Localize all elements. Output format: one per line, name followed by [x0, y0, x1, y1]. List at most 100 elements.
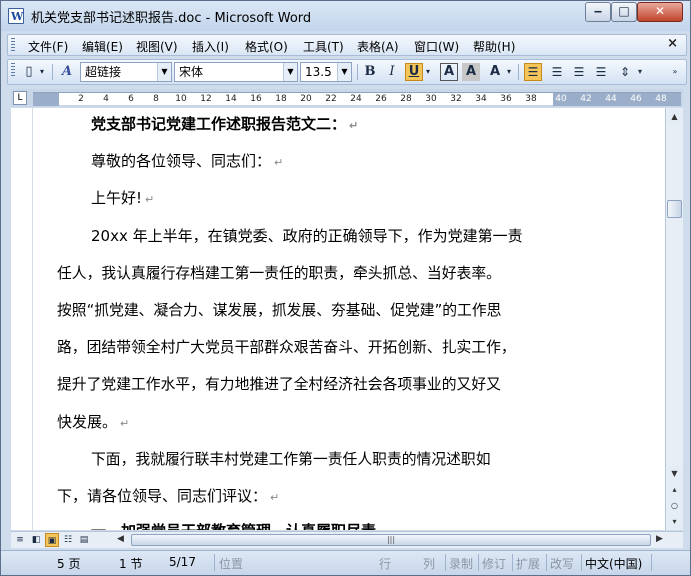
web-layout-icon[interactable]: ◧ — [29, 533, 43, 547]
menu-edit[interactable]: 编辑(E) — [80, 37, 125, 56]
menubar-grip[interactable] — [11, 38, 15, 52]
chevron-down-icon[interactable]: ▼ — [283, 63, 297, 81]
menu-insert[interactable]: 插入(I) — [190, 37, 231, 56]
menu-view[interactable]: 视图(V) — [134, 37, 180, 56]
italic-button[interactable]: I — [383, 63, 401, 81]
underline-dropdown-icon[interactable]: ▾ — [424, 63, 432, 81]
ruler-tick: 18 — [275, 94, 287, 104]
underline-button[interactable]: U — [405, 63, 423, 81]
status-language[interactable]: 中文(中国) — [585, 555, 642, 572]
chevron-down-icon[interactable]: ▼ — [337, 63, 351, 81]
highlight-dropdown-icon[interactable]: ▾ — [505, 63, 513, 81]
status-line: 行 — [379, 557, 392, 571]
doc-line[interactable]: 路，团结带领全村广大党员干部群众艰苦奋斗、开拓创新、扎实工作， — [57, 336, 516, 357]
line-spacing-icon[interactable]: ⇕ — [616, 63, 634, 81]
vertical-scroll-thumb[interactable] — [667, 200, 682, 218]
ruler-tick: 48 — [655, 94, 667, 104]
doc-paragraph[interactable]: 上午好! ↵ — [91, 187, 154, 208]
status-track-changes[interactable]: 修订 — [482, 555, 506, 572]
close-document-icon[interactable]: × — [667, 36, 678, 51]
word-doc-icon[interactable]: W — [8, 8, 24, 24]
align-center-icon[interactable]: ☰ — [548, 63, 566, 81]
status-separator — [445, 554, 446, 571]
status-extend[interactable]: 扩展 — [516, 555, 540, 572]
status-separator — [546, 554, 547, 571]
previous-page-icon[interactable]: ▴ — [667, 482, 682, 497]
status-separator — [214, 554, 215, 571]
menu-file[interactable]: 文件(F) — [26, 37, 70, 56]
next-page-icon[interactable]: ▾ — [667, 514, 682, 529]
style-combo[interactable]: 超链接 ▼ — [80, 62, 172, 82]
ruler-area: L 2 4 6 8 10 12 14 16 18 20 22 24 26 28 … — [11, 89, 683, 107]
paragraph-mark-icon: ↵ — [270, 491, 280, 504]
font-combo[interactable]: 宋体 ▼ — [174, 62, 298, 82]
doc-line[interactable]: 提升了党建工作水平，有力地推进了全村经济社会各项事业的又好又 — [57, 373, 501, 394]
doc-line[interactable]: 任人，我认真履行存档建工第一责任的职责，牵头抓总、当好表率。 — [57, 262, 501, 283]
toolbar-separator — [52, 64, 53, 80]
toolbar-grip[interactable] — [11, 63, 15, 77]
horizontal-ruler[interactable]: 2 4 6 8 10 12 14 16 18 20 22 24 26 28 30… — [33, 92, 681, 106]
doc-line[interactable]: 下面，我就履行联丰村党建工作第一责任人职责的情况述职如 — [91, 448, 491, 469]
menu-table[interactable]: 表格(A) — [355, 37, 401, 56]
window-title: 机关党支部书记述职报告.doc - Microsoft Word — [31, 11, 312, 26]
status-column: 列 — [423, 557, 436, 571]
line-spacing-dropdown-icon[interactable]: ▾ — [636, 63, 644, 81]
menu-window[interactable]: 窗口(W) — [412, 37, 461, 56]
select-browse-object-icon[interactable]: ○ — [667, 498, 682, 513]
vertical-scrollbar[interactable]: ▲ ▼ ▴ ○ ▾ — [665, 108, 683, 530]
ruler-tick: 34 — [475, 94, 487, 104]
doc-line[interactable]: 20xx 年上半年，在镇党委、政府的正确领导下，作为党建第一责 — [91, 225, 523, 246]
status-section: 1 节 — [119, 557, 143, 571]
status-page: 5 页 — [57, 557, 81, 571]
horizontal-scroll-thumb[interactable]: ||| — [131, 534, 651, 546]
print-layout-icon[interactable]: ▣ — [45, 533, 59, 547]
status-record[interactable]: 录制 — [449, 555, 473, 572]
toolbar-separator — [518, 64, 519, 80]
align-right-icon[interactable]: ☰ — [570, 63, 588, 81]
menu-tools[interactable]: 工具(T) — [301, 37, 346, 56]
ruler-tick: 30 — [425, 94, 437, 104]
doc-line[interactable]: 按照“抓党建、凝合力、谋发展，抓发展、夯基础、促党建”的工作思 — [57, 299, 501, 320]
tab-selector[interactable]: L — [13, 91, 27, 105]
align-left-icon[interactable]: ☰ — [524, 63, 542, 81]
status-overtype[interactable]: 改写 — [550, 555, 574, 572]
toolbar-options-icon[interactable]: ▾ — [38, 63, 46, 81]
title-bar: W 机关党支部书记述职报告.doc - Microsoft Word ‒ □ ✕ — [1, 1, 690, 31]
minimize-button[interactable]: ‒ — [585, 2, 611, 22]
font-size-combo[interactable]: 13.5 ▼ — [300, 62, 352, 82]
close-button[interactable]: ✕ — [637, 2, 683, 22]
reading-layout-icon[interactable]: ▤ — [77, 533, 91, 547]
paragraph-mark-icon: ↵ — [274, 156, 284, 169]
character-shading-button[interactable]: A — [462, 63, 480, 81]
paragraph-mark-icon: ↵ — [349, 119, 359, 132]
menu-format[interactable]: 格式(O) — [243, 37, 290, 56]
maximize-button[interactable]: □ — [611, 2, 637, 22]
paragraph-mark-icon: ↵ — [120, 417, 130, 430]
doc-paragraph[interactable]: 党支部书记党建工作述职报告范文二： ↵ — [91, 113, 358, 134]
menu-help[interactable]: 帮助(H) — [471, 37, 517, 56]
outline-view-icon[interactable]: ☷ — [61, 533, 75, 547]
scroll-up-icon[interactable]: ▲ — [667, 109, 682, 124]
status-page-of: 5/17 — [169, 555, 196, 569]
scroll-down-icon[interactable]: ▼ — [667, 466, 682, 481]
scroll-left-icon[interactable]: ◀ — [117, 534, 124, 544]
toolbar-overflow-icon[interactable]: » — [670, 63, 680, 81]
doc-heading-partial[interactable]: 一、加强党员干部教育管理，认真履职尽责 — [91, 520, 376, 530]
character-border-button[interactable]: A — [440, 63, 458, 81]
highlight-icon[interactable]: A — [486, 63, 504, 81]
chevron-down-icon[interactable]: ▼ — [157, 63, 171, 81]
normal-view-icon[interactable]: ≡ — [13, 533, 27, 547]
ruler-tick: 44 — [605, 94, 617, 104]
bold-button[interactable]: B — [361, 63, 379, 81]
styles-formatting-icon[interactable]: A — [58, 63, 76, 81]
new-document-icon[interactable]: ▯ — [20, 63, 38, 81]
style-value: 超链接 — [85, 65, 122, 79]
doc-paragraph[interactable]: 尊敬的各位领导、同志们： ↵ — [91, 150, 283, 171]
justify-icon[interactable]: ☰ — [592, 63, 610, 81]
formatting-toolbar: ▯ ▾ A 超链接 ▼ 宋体 ▼ 13.5 ▼ B I U ▾ A A A ▾ … — [7, 59, 687, 85]
paragraph-mark-icon: ↵ — [145, 193, 155, 206]
close-icon: ✕ — [654, 4, 666, 18]
doc-paragraph[interactable]: 下，请各位领导、同志们评议： ↵ — [57, 485, 279, 506]
scroll-right-icon[interactable]: ▶ — [656, 534, 663, 544]
doc-paragraph[interactable]: 快发展。 ↵ — [57, 411, 129, 432]
